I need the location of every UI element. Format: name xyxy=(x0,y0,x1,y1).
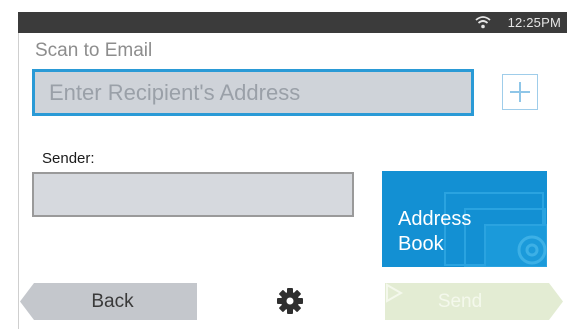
sender-input[interactable] xyxy=(32,172,354,217)
page-title: Scan to Email xyxy=(35,40,153,61)
address-book-label: Address Book xyxy=(398,208,472,255)
send-button[interactable]: Send xyxy=(385,283,563,320)
status-bar: 12:25PM xyxy=(18,12,567,33)
plus-icon xyxy=(510,82,530,102)
add-recipient-button[interactable] xyxy=(502,74,538,110)
gear-icon[interactable] xyxy=(276,287,304,315)
send-label: Send xyxy=(437,290,483,312)
back-button[interactable]: Back xyxy=(20,283,197,320)
sender-label: Sender: xyxy=(42,150,95,167)
status-time: 12:25PM xyxy=(507,15,561,30)
frame-border xyxy=(18,33,19,329)
play-arrow-icon xyxy=(386,283,403,303)
address-book-button[interactable]: Address Book xyxy=(382,171,547,267)
back-label: Back xyxy=(91,290,134,312)
wifi-icon xyxy=(475,16,491,29)
scan-to-email-screen: 12:25PM Scan to Email Enter Recipient's … xyxy=(0,0,567,329)
recipient-placeholder: Enter Recipient's Address xyxy=(49,79,301,105)
recipient-address-input[interactable]: Enter Recipient's Address xyxy=(32,69,474,116)
